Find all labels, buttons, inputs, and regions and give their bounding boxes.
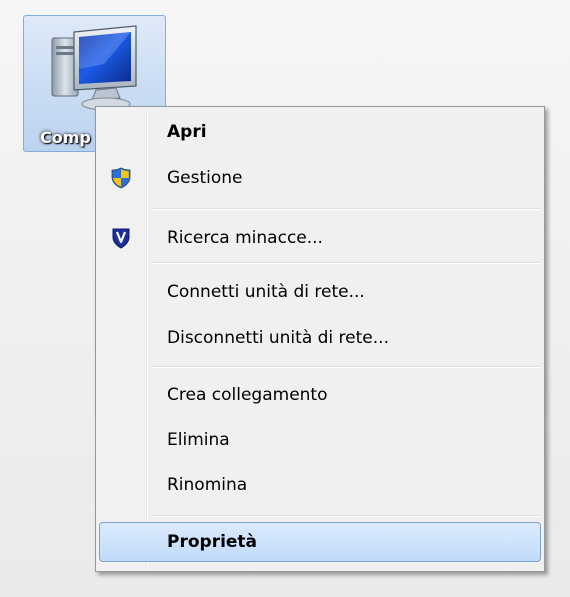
menu-item-properties[interactable]: Proprietà [99, 522, 541, 562]
menu-item-label: Crea collegamento [167, 385, 328, 405]
menu-separator [151, 262, 541, 264]
menu-item-label: Elimina [167, 430, 230, 450]
menu-item-open[interactable]: Apri [99, 112, 541, 152]
menu-item-label: Gestione [167, 168, 243, 188]
menu-separator [151, 208, 541, 210]
desktop-icon-label: Comp [40, 128, 91, 147]
uac-shield-icon [111, 167, 131, 189]
menu-item-manage[interactable]: Gestione [99, 158, 541, 198]
menu-item-label: Disconnetti unità di rete... [167, 328, 389, 348]
menu-separator [151, 366, 541, 368]
menu-item-label: Proprietà [167, 532, 258, 552]
menu-item-disconnect-network-drive[interactable]: Disconnetti unità di rete... [99, 318, 541, 358]
menu-item-create-shortcut[interactable]: Crea collegamento [99, 375, 541, 415]
menu-item-label: Ricerca minacce... [167, 228, 323, 248]
menu-item-label: Rinomina [167, 475, 248, 495]
desktop: Comp Apri Gestione Ricerca minacce... Co… [0, 0, 570, 597]
context-menu: Apri Gestione Ricerca minacce... Connett… [95, 106, 545, 572]
menu-item-map-network-drive[interactable]: Connetti unità di rete... [99, 272, 541, 312]
menu-item-rename[interactable]: Rinomina [99, 465, 541, 505]
menu-item-threat-scan[interactable]: Ricerca minacce... [99, 218, 541, 258]
menu-item-label: Connetti unità di rete... [167, 282, 365, 302]
security-shield-icon [112, 228, 130, 249]
menu-separator [151, 515, 541, 517]
computer-icon [51, 25, 137, 111]
menu-item-delete[interactable]: Elimina [99, 420, 541, 460]
menu-item-label: Apri [167, 122, 207, 142]
